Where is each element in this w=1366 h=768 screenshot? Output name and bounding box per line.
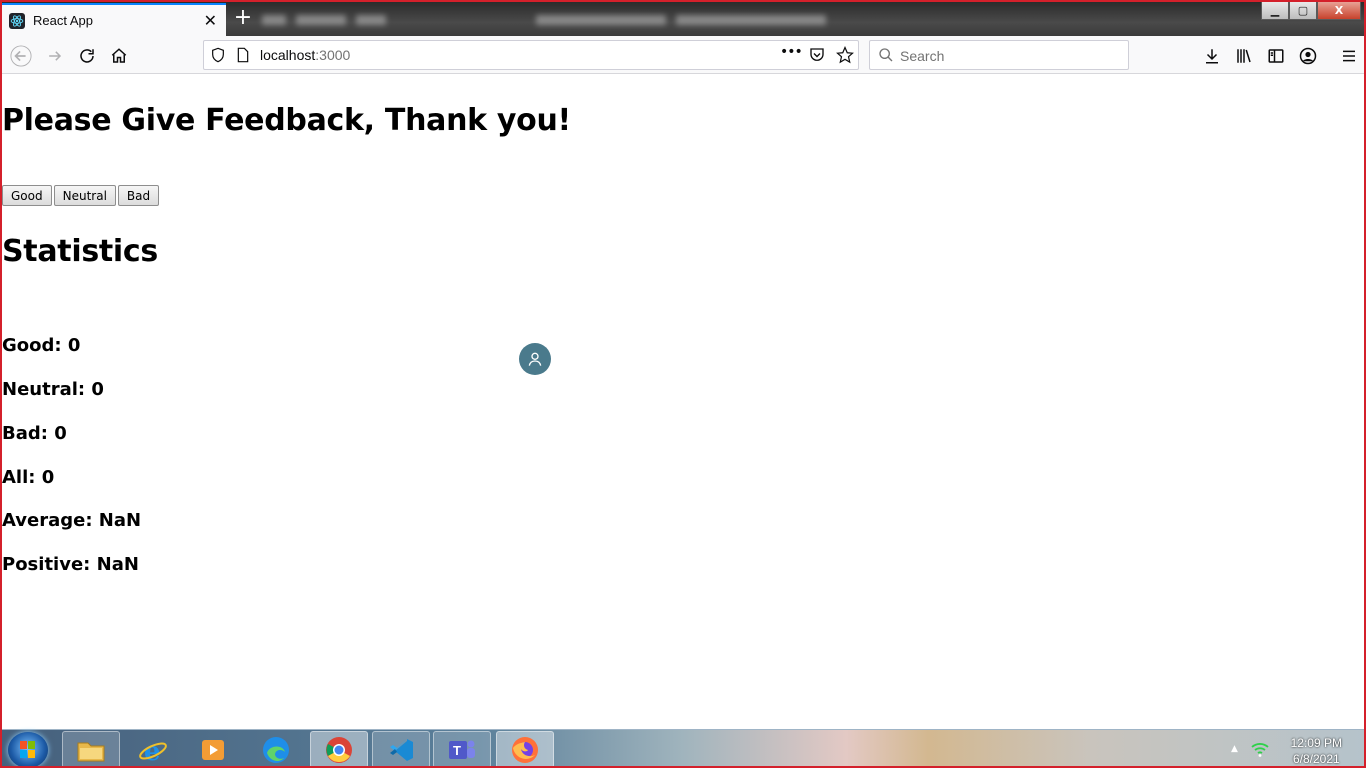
- vscode-icon[interactable]: [372, 731, 430, 766]
- chrome-icon[interactable]: [310, 731, 368, 766]
- floating-user-avatar-icon[interactable]: [519, 343, 551, 375]
- svg-text:T: T: [453, 743, 461, 758]
- window-controls: ▁ ▢ X: [1261, 2, 1361, 20]
- search-placeholder: Search: [900, 48, 945, 64]
- tab-title: React App: [33, 13, 93, 28]
- page-heading: Please Give Feedback, Thank you!: [2, 103, 571, 138]
- url-bar[interactable]: localhost:3000 •••: [203, 40, 859, 70]
- background-window-title: [262, 10, 842, 26]
- home-icon[interactable]: [106, 43, 132, 69]
- tab-strip: React App ✕ + ▁ ▢ X: [2, 2, 1364, 36]
- search-bar[interactable]: Search: [869, 40, 1129, 70]
- stat-bad: Bad: 0: [2, 423, 67, 444]
- page-info-icon[interactable]: [236, 47, 250, 67]
- stat-good: Good: 0: [2, 335, 81, 356]
- stat-average: Average: NaN: [2, 510, 142, 531]
- stat-positive: Positive: NaN: [2, 554, 139, 575]
- internet-explorer-icon[interactable]: e: [124, 731, 182, 766]
- tracking-protection-shield-icon[interactable]: [210, 47, 226, 67]
- react-favicon-icon: [9, 12, 25, 29]
- sidebar-icon[interactable]: [1263, 43, 1289, 69]
- system-tray: ▲ 12:09 PM 6/8/2021: [1229, 730, 1364, 766]
- page-actions-icon[interactable]: •••: [780, 44, 803, 60]
- tab-close-icon[interactable]: ✕: [204, 11, 217, 31]
- svg-text:e: e: [144, 737, 161, 765]
- neutral-button[interactable]: Neutral: [53, 185, 116, 206]
- close-window-button[interactable]: X: [1317, 2, 1361, 20]
- system-clock[interactable]: 12:09 PM 6/8/2021: [1290, 735, 1342, 766]
- screen: React App ✕ + ▁ ▢ X localhost:3000 ••• S…: [0, 0, 1366, 768]
- teams-icon[interactable]: T: [433, 731, 491, 766]
- url-host: localhost: [260, 47, 316, 63]
- url-text[interactable]: localhost:3000: [260, 47, 350, 63]
- library-icon[interactable]: [1231, 43, 1257, 69]
- page-content: Please Give Feedback, Thank you! Good Ne…: [2, 75, 1364, 729]
- bad-button[interactable]: Bad: [117, 185, 160, 206]
- windows-taskbar: e T ▲ 12:09 PM 6/8/2021: [2, 729, 1364, 766]
- maximize-button[interactable]: ▢: [1289, 2, 1317, 20]
- edge-icon[interactable]: [247, 731, 305, 766]
- firefox-icon[interactable]: [496, 731, 554, 766]
- clock-time: 12:09 PM: [1290, 736, 1342, 750]
- start-button[interactable]: [8, 732, 48, 766]
- search-icon: [878, 47, 894, 67]
- url-port: :3000: [315, 47, 351, 63]
- statistics-heading: Statistics: [2, 234, 158, 269]
- show-hidden-icons-icon[interactable]: ▲: [1231, 744, 1238, 754]
- downloads-icon[interactable]: [1199, 43, 1225, 69]
- forward-icon[interactable]: [42, 43, 68, 69]
- media-player-icon[interactable]: [184, 731, 242, 766]
- account-icon[interactable]: [1295, 43, 1321, 69]
- pocket-icon[interactable]: [808, 46, 826, 68]
- reload-icon[interactable]: [74, 43, 100, 69]
- stat-all: All: 0: [2, 467, 55, 488]
- navigation-toolbar: localhost:3000 ••• Search: [2, 36, 1364, 74]
- good-button[interactable]: Good: [2, 185, 52, 206]
- browser-tab[interactable]: React App ✕: [2, 3, 226, 36]
- back-icon[interactable]: [8, 43, 34, 69]
- stat-neutral: Neutral: 0: [2, 379, 104, 400]
- clock-date: 6/8/2021: [1292, 752, 1340, 766]
- file-explorer-icon[interactable]: [62, 731, 120, 766]
- menu-hamburger-icon[interactable]: [1336, 43, 1362, 69]
- new-tab-button[interactable]: +: [232, 6, 254, 30]
- feedback-buttons: Good Neutral Bad: [2, 185, 160, 206]
- bookmark-star-icon[interactable]: [836, 45, 854, 68]
- network-signal-icon[interactable]: [1251, 741, 1269, 761]
- minimize-button[interactable]: ▁: [1261, 2, 1289, 20]
